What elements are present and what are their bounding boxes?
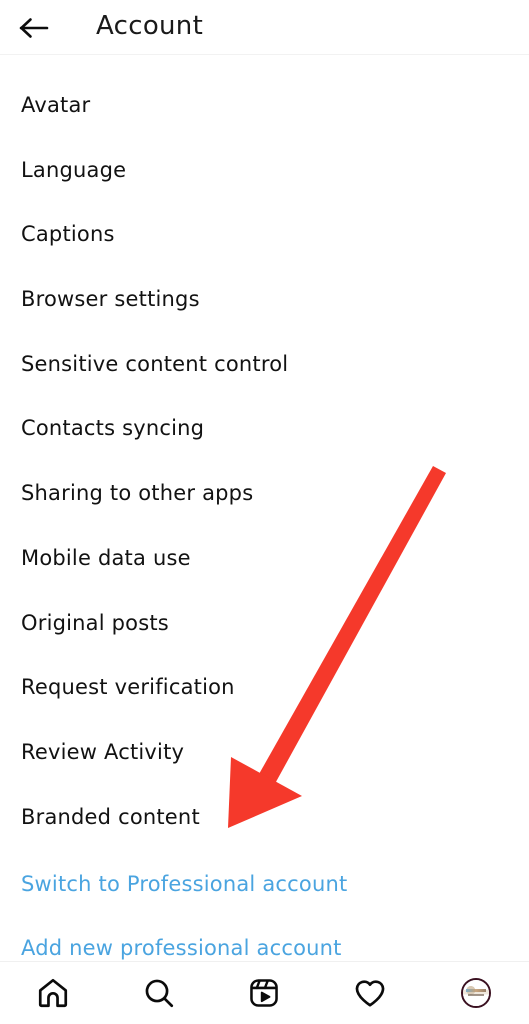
settings-list: Avatar Language Captions Browser settings Se…: [0, 55, 529, 961]
settings-row-label: Review Activity: [21, 740, 185, 764]
nav-item-activity[interactable]: [317, 962, 423, 1024]
settings-row[interactable]: Review Activity: [0, 720, 529, 784]
settings-row-label: Captions: [21, 222, 115, 246]
avatar-image: [463, 980, 490, 1006]
settings-row[interactable]: Contacts syncing: [0, 396, 529, 460]
settings-row-label: Language: [21, 158, 127, 182]
home-icon: [36, 976, 70, 1010]
reels-icon: [248, 977, 280, 1009]
settings-row[interactable]: Browser settings: [0, 267, 529, 331]
avatar: [461, 978, 492, 1008]
arrow-left-icon: [19, 16, 49, 40]
settings-row-label: Add new professional account: [21, 936, 342, 960]
page-title: Account: [96, 11, 204, 41]
heart-icon: [353, 976, 387, 1010]
settings-row-label: Browser settings: [21, 287, 200, 311]
nav-item-reels[interactable]: [212, 962, 318, 1024]
nav-item-profile[interactable]: [423, 962, 529, 1024]
settings-row[interactable]: Original posts: [0, 591, 529, 655]
settings-row[interactable]: Sharing to other apps: [0, 461, 529, 525]
search-icon: [142, 976, 176, 1010]
back-button[interactable]: [14, 8, 54, 48]
settings-row-label: Original posts: [21, 611, 169, 635]
bottom-navigation-bar: [0, 961, 529, 1024]
app-header: Account: [0, 0, 529, 55]
nav-item-home[interactable]: [0, 962, 106, 1024]
settings-row-label: Sensitive content control: [21, 352, 289, 376]
settings-row[interactable]: Captions: [0, 202, 529, 266]
nav-item-search[interactable]: [106, 962, 212, 1024]
settings-link[interactable]: Switch to Professional account: [0, 852, 529, 916]
settings-row-label: Mobile data use: [21, 546, 191, 570]
settings-row-label: Sharing to other apps: [21, 481, 254, 505]
settings-row[interactable]: Language: [0, 138, 529, 202]
instagram-account-settings-screen: Account Avatar Language Captions Browser se…: [0, 0, 529, 1024]
settings-row-label: Switch to Professional account: [21, 872, 348, 896]
settings-row-label: Request verification: [21, 675, 235, 699]
settings-row-label: Contacts syncing: [21, 416, 205, 440]
settings-row-label: Branded content: [21, 805, 200, 829]
settings-row[interactable]: Request verification: [0, 655, 529, 719]
settings-row[interactable]: Sensitive content control: [0, 332, 529, 396]
settings-row[interactable]: Avatar: [0, 73, 529, 137]
settings-row-label: Avatar: [21, 93, 91, 117]
settings-row[interactable]: Mobile data use: [0, 526, 529, 590]
settings-row[interactable]: Branded content: [0, 785, 529, 849]
